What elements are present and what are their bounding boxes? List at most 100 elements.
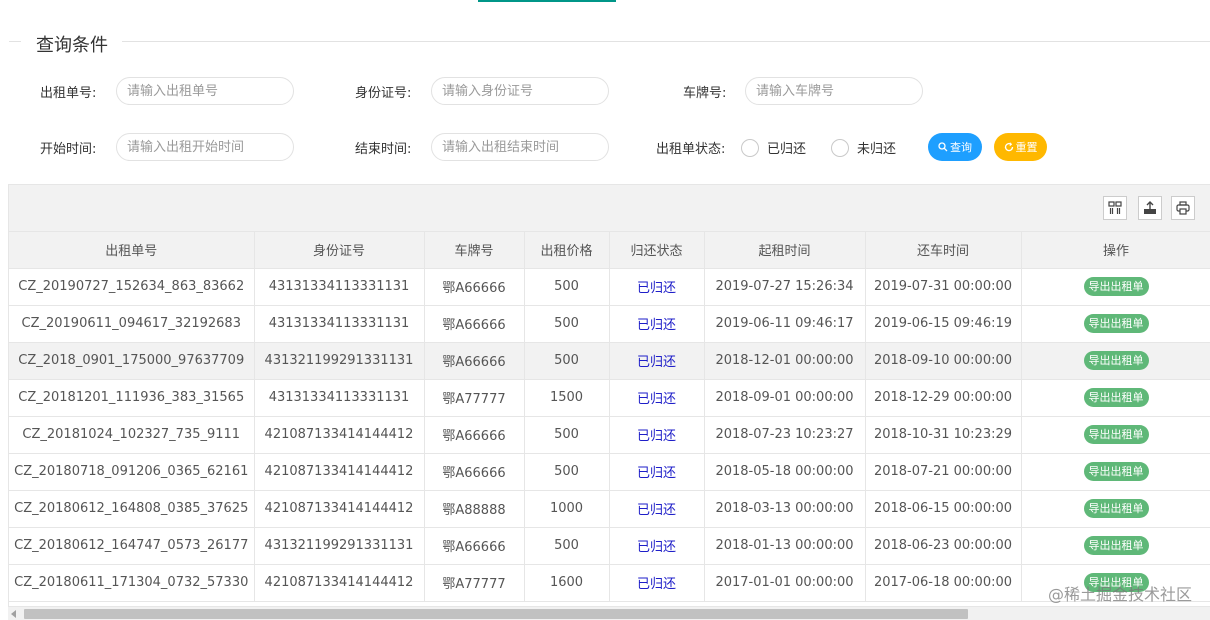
- id-no-cell: 421087133414144412: [254, 453, 425, 491]
- table-header-row: 出租单号 身份证号 车牌号 出租价格 归还状态 起租时间 还车时间 操作: [9, 232, 1210, 269]
- status-label: 出租单状态:: [656, 142, 726, 157]
- table-row[interactable]: CZ_20180611_171304_0732_57330 4210871334…: [9, 564, 1210, 602]
- return-time-cell: 2017-06-18 00:00:00: [865, 564, 1022, 602]
- action-cell: 导出出租单: [1021, 527, 1210, 565]
- radio-circle-icon[interactable]: [741, 138, 759, 157]
- export-order-button[interactable]: 导出出租单: [1083, 499, 1149, 518]
- order-no-cell: CZ_20190611_094617_32192683: [9, 305, 255, 343]
- start-time-label: 开始时间:: [40, 142, 97, 157]
- export-order-button[interactable]: 导出出租单: [1083, 388, 1149, 407]
- action-cell: 导出出租单: [1021, 305, 1210, 343]
- export-order-button[interactable]: 导出出租单: [1083, 425, 1149, 444]
- fieldset-border: [9, 41, 21, 42]
- plate-cell: 鄂A66666: [424, 268, 525, 306]
- id-no-cell: 431321199291331131: [254, 527, 425, 565]
- table-row[interactable]: CZ_20180612_164808_0385_37625 4210871334…: [9, 490, 1210, 528]
- return-time-cell: 2019-06-15 09:46:19: [865, 305, 1022, 343]
- horizontal-scrollbar[interactable]: [8, 606, 1210, 620]
- search-button-label: 查询: [950, 141, 972, 154]
- price-cell: 500: [524, 342, 610, 380]
- start-time-cell: 2018-09-01 00:00:00: [704, 379, 866, 417]
- plate-cell: 鄂A66666: [424, 416, 525, 454]
- export-order-button[interactable]: 导出出租单: [1083, 277, 1149, 296]
- plate-cell: 鄂A66666: [424, 453, 525, 491]
- export-order-button[interactable]: 导出出租单: [1083, 462, 1149, 481]
- price-cell: 500: [524, 416, 610, 454]
- status-cell: 已归还: [609, 416, 705, 454]
- id-no-cell: 421087133414144412: [254, 564, 425, 602]
- radio-circle-icon[interactable]: [831, 138, 849, 157]
- plate-cell: 鄂A88888: [424, 490, 525, 528]
- id-no-cell: 421087133414144412: [254, 416, 425, 454]
- start-time-input[interactable]: [116, 133, 294, 161]
- export-icon[interactable]: [1138, 196, 1162, 220]
- column-header[interactable]: 还车时间: [865, 232, 1022, 269]
- export-order-button[interactable]: 导出出租单: [1083, 351, 1149, 370]
- price-cell: 500: [524, 305, 610, 343]
- columns-icon[interactable]: [1103, 196, 1127, 220]
- order-no-cell: CZ_20180612_164747_0573_26177: [9, 527, 255, 565]
- table-row[interactable]: CZ_20190611_094617_32192683 431313341133…: [9, 305, 1210, 343]
- end-time-label: 结束时间:: [355, 142, 412, 157]
- start-time-cell: 2018-12-01 00:00:00: [704, 342, 866, 380]
- page: 查询条件 出租单号: 身份证号: 车牌号: 开始时间: 结束时间: 出租单状态:…: [0, 0, 1210, 620]
- order-no-cell: CZ_20181024_102327_735_9111: [9, 416, 255, 454]
- price-cell: 1500: [524, 379, 610, 417]
- plate-cell: 鄂A66666: [424, 527, 525, 565]
- id-no-input[interactable]: [431, 77, 609, 105]
- start-time-cell: 2019-07-27 15:26:34: [704, 268, 866, 306]
- column-header[interactable]: 归还状态: [609, 232, 705, 269]
- column-header[interactable]: 操作: [1021, 232, 1210, 269]
- start-time-cell: 2017-01-01 00:00:00: [704, 564, 866, 602]
- status-cell: 已归还: [609, 268, 705, 306]
- radio-not-returned[interactable]: 未归还: [831, 138, 896, 157]
- action-cell: 导出出租单: [1021, 416, 1210, 454]
- table-row[interactable]: CZ_20181201_111936_383_31565 43131334113…: [9, 379, 1210, 417]
- action-cell: 导出出租单: [1021, 268, 1210, 306]
- return-time-cell: 2019-07-31 00:00:00: [865, 268, 1022, 306]
- return-time-cell: 2018-09-10 00:00:00: [865, 342, 1022, 380]
- status-cell: 已归还: [609, 527, 705, 565]
- reset-button[interactable]: 重置: [994, 133, 1047, 161]
- start-time-cell: 2018-03-13 00:00:00: [704, 490, 866, 528]
- table-row[interactable]: CZ_20190727_152634_863_83662 43131334113…: [9, 268, 1210, 306]
- refresh-icon: [1004, 142, 1013, 152]
- status-cell: 已归还: [609, 453, 705, 491]
- radio-returned-label: 已归还: [767, 142, 807, 157]
- order-no-input[interactable]: [116, 77, 294, 105]
- column-header[interactable]: 起租时间: [704, 232, 866, 269]
- column-header[interactable]: 出租单号: [9, 232, 255, 269]
- table-row[interactable]: CZ_20180718_091206_0365_62161 4210871334…: [9, 453, 1210, 491]
- id-no-cell: 421087133414144412: [254, 490, 425, 528]
- status-cell: 已归还: [609, 342, 705, 380]
- order-no-cell: CZ_20190727_152634_863_83662: [9, 268, 255, 306]
- end-time-input[interactable]: [431, 133, 609, 161]
- search-button[interactable]: 查询: [928, 133, 982, 161]
- table-row[interactable]: CZ_20180612_164747_0573_26177 4313211992…: [9, 527, 1210, 565]
- print-icon[interactable]: [1171, 196, 1195, 220]
- radio-returned[interactable]: 已归还: [741, 138, 806, 157]
- export-order-button[interactable]: 导出出租单: [1083, 314, 1149, 333]
- status-cell: 已归还: [609, 490, 705, 528]
- return-time-cell: 2018-06-15 00:00:00: [865, 490, 1022, 528]
- scroll-left-arrow-icon[interactable]: [11, 610, 16, 618]
- return-time-cell: 2018-07-21 00:00:00: [865, 453, 1022, 491]
- order-no-cell: CZ_20181201_111936_383_31565: [9, 379, 255, 417]
- status-cell: 已归还: [609, 564, 705, 602]
- plate-label: 车牌号:: [683, 86, 727, 101]
- watermark: @稀土掘金技术社区: [1047, 585, 1192, 604]
- column-header[interactable]: 身份证号: [254, 232, 425, 269]
- export-order-button[interactable]: 导出出租单: [1083, 536, 1149, 555]
- column-header[interactable]: 车牌号: [424, 232, 525, 269]
- action-cell: 导出出租单: [1021, 379, 1210, 417]
- column-header[interactable]: 出租价格: [524, 232, 610, 269]
- plate-input[interactable]: [745, 77, 923, 105]
- active-tab-indicator: [478, 0, 616, 2]
- table-row[interactable]: CZ_20181024_102327_735_9111 421087133414…: [9, 416, 1210, 454]
- price-cell: 1000: [524, 490, 610, 528]
- table-row[interactable]: CZ_2018_0901_175000_97637709 43132119929…: [9, 342, 1210, 380]
- id-no-label: 身份证号:: [355, 86, 412, 101]
- plate-cell: 鄂A66666: [424, 305, 525, 343]
- scrollbar-thumb[interactable]: [24, 609, 968, 619]
- reset-button-label: 重置: [1015, 141, 1038, 154]
